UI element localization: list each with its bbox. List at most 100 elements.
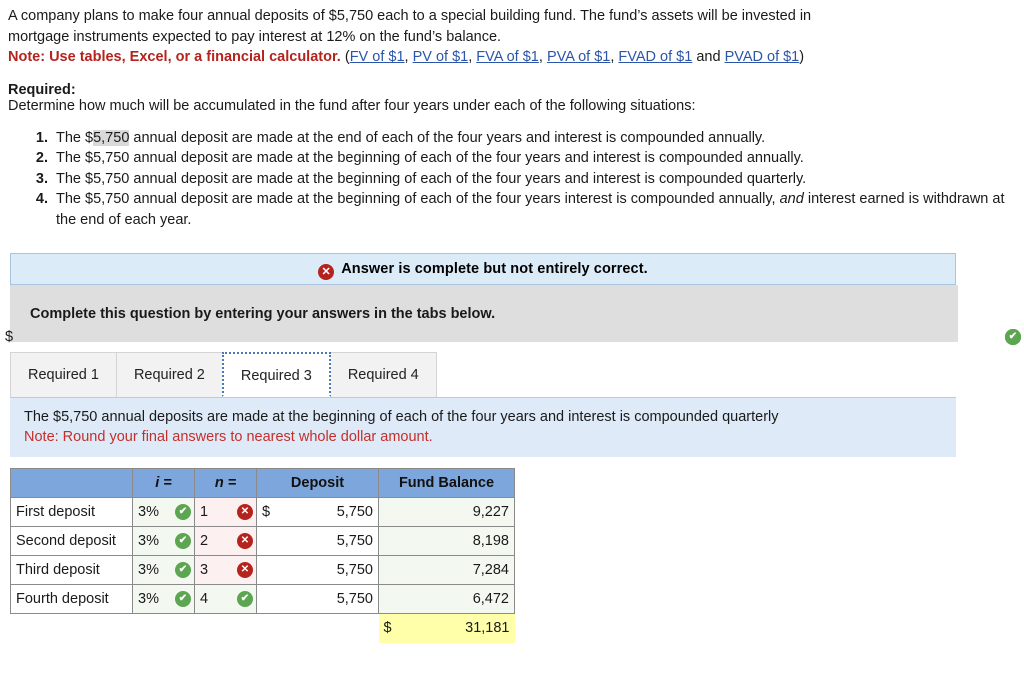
problem-line-1: A company plans to make four annual depo… <box>8 8 812 24</box>
cell-i-third-value: 3% <box>138 562 159 578</box>
tab-bar: Required 1 Required 2 Required 3 Required 4 <box>0 352 1024 398</box>
correct-icon: ✔ <box>175 591 191 607</box>
situation-item-4: The $5,750 annual deposit are made at th… <box>52 189 1024 230</box>
total-value-cell[interactable]: $31,181 <box>378 613 515 643</box>
cell-balance-first[interactable]: $9,227 ✔ <box>5 329 1021 527</box>
total-value: 31,181 <box>465 620 510 637</box>
link-fva-of-1[interactable]: FVA of $1 <box>476 49 539 65</box>
problem-line-2: mortgage instruments expected to pay int… <box>8 28 502 45</box>
col-header-blank <box>10 468 133 498</box>
links-paren-close: ) <box>799 49 805 65</box>
cell-deposit-first[interactable]: $5,750 <box>256 497 379 527</box>
cell-deposit-first-value: 5,750 <box>336 504 373 520</box>
link-fvad-of-1[interactable]: FVAD of $1 <box>618 49 692 65</box>
cell-n-first[interactable]: 1 ✕ <box>194 497 257 527</box>
cell-balance-fourth-value: 6,472 <box>472 591 509 607</box>
required-subheading: Determine how much will be accumulated i… <box>8 97 696 114</box>
situation-4-pre: The $5,750 annual deposit are made at th… <box>56 191 780 207</box>
cell-i-second-value: 3% <box>138 533 159 549</box>
row-label-first: First deposit <box>10 497 133 527</box>
tab-required-2[interactable]: Required 2 <box>115 352 223 397</box>
row-label-third: Third deposit <box>10 555 133 585</box>
sub-instruction-line-1: The $5,750 annual deposits are made at t… <box>24 409 779 425</box>
correct-icon: ✔ <box>175 504 191 520</box>
required-section: Required: Determine how much will be acc… <box>0 82 1024 231</box>
cell-deposit-third[interactable]: 5,750 <box>256 555 379 585</box>
correct-icon: ✔ <box>175 562 191 578</box>
link-pvad-of-1[interactable]: PVAD of $1 <box>725 49 800 65</box>
col-header-fund-balance: Fund Balance <box>378 468 515 498</box>
cell-n-second-value: 2 <box>200 533 209 549</box>
answer-table-head: i = n = Deposit Fund Balance <box>10 468 515 498</box>
cell-balance-fourth[interactable]: 6,472 ✔ <box>378 329 1021 614</box>
cell-balance-third-value: 7,284 <box>472 562 509 578</box>
note-label: Note: Use tables, Excel, or a financial … <box>8 49 341 65</box>
table-row: Fourth deposit 3% ✔ 4 ✔ 5,750 6,472 ✔ <box>10 329 1021 614</box>
col-header-n: n = <box>194 468 257 498</box>
instruction-box-text: Complete this question by entering your … <box>30 305 496 322</box>
link-pva-of-1[interactable]: PVA of $1 <box>547 49 610 65</box>
correct-icon: ✔ <box>1005 329 1021 345</box>
total-row-blank <box>10 613 379 643</box>
total-row: $31,181 <box>10 613 515 643</box>
problem-note-line: Note: Use tables, Excel, or a financial … <box>8 47 1014 68</box>
row-label-second: Second deposit <box>10 526 133 556</box>
cell-n-fourth-value: 4 <box>200 591 209 607</box>
link-pv-of-1[interactable]: PV of $1 <box>413 49 469 65</box>
sep-3: , <box>538 49 547 65</box>
cell-n-second[interactable]: 2 ✕ <box>194 526 257 556</box>
situation-item-1: The $5,750 annual deposit are made at th… <box>52 128 1024 149</box>
cell-i-third[interactable]: 3% ✔ <box>132 555 195 585</box>
correct-icon: ✔ <box>237 591 253 607</box>
col-header-n-label: n = <box>214 475 237 491</box>
cell-i-first[interactable]: 3% ✔ <box>132 497 195 527</box>
col-header-i-label: i = <box>155 475 172 491</box>
answer-table-wrap: i = n = Deposit Fund Balance First depos… <box>0 329 1024 643</box>
problem-statement: A company plans to make four annual depo… <box>0 0 1024 68</box>
cell-i-fourth[interactable]: 3% ✔ <box>132 584 195 614</box>
incorrect-icon: ✕ <box>237 533 253 549</box>
situation-1-post: annual deposit are made at the end of ea… <box>129 129 766 146</box>
cell-deposit-second-value: 5,750 <box>336 533 373 549</box>
table-row: Third deposit 3%✔ 3✕ 5,750 7,284✔ <box>10 329 1021 585</box>
dollar-sign: $ <box>5 329 14 345</box>
sub-instruction-rounding-note: Note: Round your final answers to neares… <box>24 429 433 445</box>
cell-deposit-fourth-value: 5,750 <box>336 591 373 607</box>
situation-item-3: The $5,750 annual deposit are made at th… <box>52 169 1024 190</box>
cell-n-fourth[interactable]: 4 ✔ <box>194 584 257 614</box>
sep-1: , <box>404 49 413 65</box>
tab-required-4[interactable]: Required 4 <box>329 352 437 397</box>
correct-icon: ✔ <box>175 533 191 549</box>
cell-deposit-second[interactable]: 5,750 <box>256 526 379 556</box>
col-header-deposit: Deposit <box>256 468 379 498</box>
cell-n-first-value: 1 <box>200 504 209 520</box>
situation-1-pre: The $ <box>56 129 94 146</box>
status-banner-label: Answer is complete but not entirely corr… <box>341 260 648 277</box>
situation-item-2: The $5,750 annual deposit are made at th… <box>52 148 1024 169</box>
cell-balance-third[interactable]: 7,284 ✔ <box>378 329 1021 585</box>
links-conjunction: and <box>696 49 721 65</box>
cell-n-third-value: 3 <box>200 562 209 578</box>
cell-i-second[interactable]: 3% ✔ <box>132 526 195 556</box>
answer-table-body: First deposit 3%✔ 1✕ $5,750 $9,227✔ Seco… <box>5 329 1021 643</box>
banner-area: ✕ Answer is complete but not entirely cor… <box>0 253 1024 342</box>
table-row: Second deposit 3%✔ 2✕ 5,750 8,198✔ <box>10 329 1021 556</box>
situation-1-highlight: 5,750 <box>93 129 130 146</box>
header-row: i = n = Deposit Fund Balance <box>10 468 515 498</box>
required-heading: Required: <box>8 81 76 98</box>
tab-required-3[interactable]: Required 3 <box>221 352 331 397</box>
status-banner-text: ✕ Answer is complete but not entirely cor… <box>318 260 648 280</box>
cell-balance-second[interactable]: 8,198 ✔ <box>378 329 1021 556</box>
situation-4-italic: and <box>779 191 804 207</box>
dollar-sign: $ <box>383 620 392 637</box>
situations-list: The $5,750 annual deposit are made at th… <box>0 128 1024 231</box>
link-fv-of-1[interactable]: FV of $1 <box>350 49 405 65</box>
cell-deposit-fourth[interactable]: 5,750 <box>256 584 379 614</box>
status-banner: ✕ Answer is complete but not entirely cor… <box>10 253 956 285</box>
cell-i-fourth-value: 3% <box>138 591 159 607</box>
tab-required-1[interactable]: Required 1 <box>10 352 117 397</box>
cell-n-third[interactable]: 3 ✕ <box>194 555 257 585</box>
cell-i-first-value: 3% <box>138 504 159 520</box>
cell-deposit-third-value: 5,750 <box>336 562 373 578</box>
cell-balance-first-value: 9,227 <box>472 504 509 520</box>
